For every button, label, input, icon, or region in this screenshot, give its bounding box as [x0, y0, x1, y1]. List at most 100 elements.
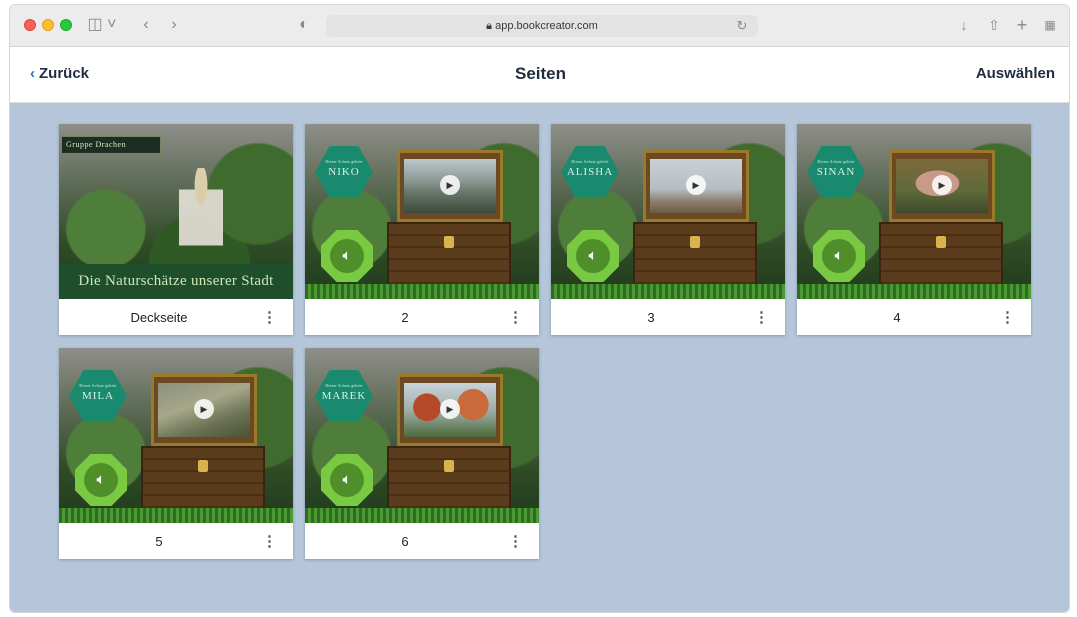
- chest-lid: ▶: [151, 374, 257, 446]
- page-label-bar: Deckseite ⋮: [59, 299, 293, 335]
- minimize-window-button[interactable]: [42, 19, 54, 31]
- name-hexagon: Dieser Schatz gehört MAREK: [315, 370, 373, 422]
- privacy-shield-icon[interactable]: ◐: [296, 14, 312, 36]
- browser-toolbar: ◫ ˅ ‹ › ◐ 🔒︎ app.bookcreator.com ↻ ↓ ⇧ +…: [10, 5, 1069, 47]
- page-label: 6: [401, 534, 409, 549]
- pages-grid: Gruppe Drachen Die Naturschätze unserer …: [10, 103, 1069, 612]
- zoom-window-button[interactable]: [60, 19, 72, 31]
- page-card[interactable]: Dieser Schatz gehört MAREK ▶ 🔈︎ 6 ⋮: [305, 348, 539, 559]
- page-label-bar: 6 ⋮: [305, 523, 539, 559]
- chest-body: [633, 222, 757, 288]
- grass-strip: [551, 284, 785, 299]
- page-label: 2: [401, 310, 409, 325]
- more-options-icon[interactable]: ⋮: [508, 308, 523, 326]
- address-bar[interactable]: 🔒︎ app.bookcreator.com ↻: [326, 15, 758, 37]
- hex-name: ALISHA: [566, 166, 614, 178]
- chest-lid: ▶: [397, 150, 503, 222]
- page-label-bar: 5 ⋮: [59, 523, 293, 559]
- group-badge: Gruppe Drachen: [61, 136, 161, 154]
- play-icon[interactable]: ▶: [440, 399, 460, 419]
- speaker-badge[interactable]: 🔈︎: [321, 454, 373, 506]
- hex-name: SINAN: [816, 166, 856, 178]
- video-preview: ▶: [650, 159, 742, 213]
- play-icon[interactable]: ▶: [440, 175, 460, 195]
- tab-overview-icon[interactable]: ▦: [1042, 14, 1058, 36]
- children-photo: [179, 168, 223, 254]
- page-card[interactable]: Dieser Schatz gehört NIKO ▶ 🔈︎ 2 ⋮: [305, 124, 539, 335]
- page-thumbnail[interactable]: Dieser Schatz gehört MILA ▶ 🔈︎: [59, 348, 293, 523]
- lock-icon: [936, 236, 946, 248]
- speaker-badge[interactable]: 🔈︎: [567, 230, 619, 282]
- chest-lid: ▶: [397, 374, 503, 446]
- hex-subtitle: Dieser Schatz gehört: [571, 159, 609, 164]
- app-header: ‹ Zurück Seiten Auswählen: [10, 47, 1069, 103]
- grass-strip: [797, 284, 1031, 299]
- page-label: Deckseite: [130, 310, 188, 325]
- reload-icon[interactable]: ↻: [734, 15, 750, 37]
- close-window-button[interactable]: [24, 19, 36, 31]
- page-title: Seiten: [514, 64, 567, 83]
- lock-icon: [444, 236, 454, 248]
- hex-subtitle: Dieser Schatz gehört: [325, 159, 363, 164]
- lock-icon: [690, 236, 700, 248]
- lock-icon: [198, 460, 208, 472]
- grass-strip: [59, 508, 293, 523]
- name-hexagon: Dieser Schatz gehört SINAN: [807, 146, 865, 198]
- new-tab-icon[interactable]: +: [1014, 14, 1030, 36]
- page-card[interactable]: Dieser Schatz gehört ALISHA ▶ 🔈︎ 3 ⋮: [551, 124, 785, 335]
- page-label-bar: 4 ⋮: [797, 299, 1031, 335]
- page-label-bar: 3 ⋮: [551, 299, 785, 335]
- page-card-cover[interactable]: Gruppe Drachen Die Naturschätze unserer …: [59, 124, 293, 335]
- video-preview: ▶: [404, 159, 496, 213]
- page-card[interactable]: Dieser Schatz gehört SINAN ▶ 🔈︎ 4 ⋮: [797, 124, 1031, 335]
- speaker-icon: 🔈︎: [84, 463, 118, 497]
- play-icon[interactable]: ▶: [194, 399, 214, 419]
- chest-body: [879, 222, 1003, 288]
- page-thumbnail[interactable]: Dieser Schatz gehört MAREK ▶ 🔈︎: [305, 348, 539, 523]
- chest-body: [387, 222, 511, 288]
- hex-name: MAREK: [321, 390, 367, 402]
- browser-window: ◫ ˅ ‹ › ◐ 🔒︎ app.bookcreator.com ↻ ↓ ⇧ +…: [9, 4, 1070, 613]
- video-preview: ▶: [404, 383, 496, 437]
- lock-icon: [444, 460, 454, 472]
- page-thumbnail[interactable]: Dieser Schatz gehört NIKO ▶ 🔈︎: [305, 124, 539, 299]
- speaker-icon: 🔈︎: [576, 239, 610, 273]
- back-nav-icon[interactable]: ‹: [138, 14, 154, 36]
- page-label-bar: 2 ⋮: [305, 299, 539, 335]
- more-options-icon[interactable]: ⋮: [754, 308, 769, 326]
- chest-lid: ▶: [889, 150, 995, 222]
- play-icon[interactable]: ▶: [686, 175, 706, 195]
- hex-subtitle: Dieser Schatz gehört: [325, 383, 363, 388]
- chest-lid: ▶: [643, 150, 749, 222]
- share-icon[interactable]: ⇧: [986, 14, 1002, 36]
- page-thumbnail[interactable]: Dieser Schatz gehört SINAN ▶ 🔈︎: [797, 124, 1031, 299]
- name-hexagon: Dieser Schatz gehört NIKO: [315, 146, 373, 198]
- hex-name: MILA: [81, 390, 115, 402]
- speaker-badge[interactable]: 🔈︎: [75, 454, 127, 506]
- play-icon[interactable]: ▶: [932, 175, 952, 195]
- hex-name: NIKO: [328, 166, 360, 178]
- download-icon[interactable]: ↓: [956, 14, 972, 36]
- page-card[interactable]: Dieser Schatz gehört MILA ▶ 🔈︎ 5 ⋮: [59, 348, 293, 559]
- forward-nav-icon[interactable]: ›: [166, 14, 182, 36]
- cover-title: Die Naturschätze unserer Stadt: [59, 264, 293, 299]
- name-hexagon: Dieser Schatz gehört MILA: [69, 370, 127, 422]
- select-button[interactable]: Auswählen: [976, 65, 1055, 82]
- grass-strip: [305, 508, 539, 523]
- speaker-badge[interactable]: 🔈︎: [321, 230, 373, 282]
- speaker-icon: 🔈︎: [330, 239, 364, 273]
- more-options-icon[interactable]: ⋮: [508, 532, 523, 550]
- grass-strip: [305, 284, 539, 299]
- more-options-icon[interactable]: ⋮: [262, 308, 277, 326]
- page-thumbnail[interactable]: Gruppe Drachen Die Naturschätze unserer …: [59, 124, 293, 299]
- speaker-badge[interactable]: 🔈︎: [813, 230, 865, 282]
- chest-body: [141, 446, 265, 512]
- page-thumbnail[interactable]: Dieser Schatz gehört ALISHA ▶ 🔈︎: [551, 124, 785, 299]
- sidebar-toggle-icon[interactable]: ◫ ˅: [86, 14, 118, 36]
- speaker-icon: 🔈︎: [330, 463, 364, 497]
- more-options-icon[interactable]: ⋮: [1000, 308, 1015, 326]
- video-preview: ▶: [896, 159, 988, 213]
- hex-subtitle: Dieser Schatz gehört: [817, 159, 855, 164]
- more-options-icon[interactable]: ⋮: [262, 532, 277, 550]
- video-preview: ▶: [158, 383, 250, 437]
